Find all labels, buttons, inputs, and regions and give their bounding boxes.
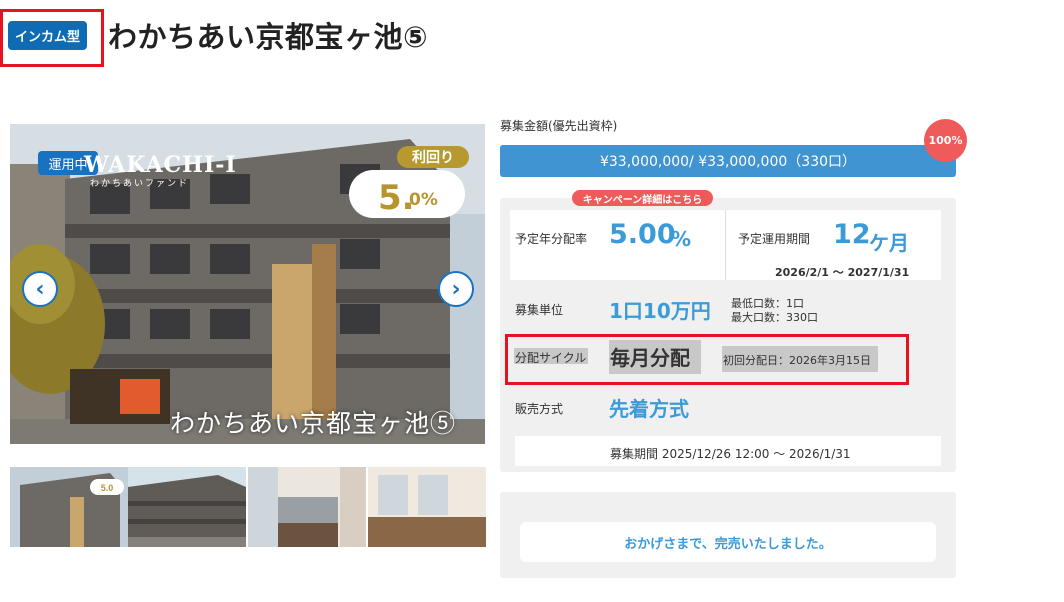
- page-title: わかちあい京都宝ヶ池⑤: [108, 20, 429, 54]
- card-divider: [725, 210, 726, 280]
- thumbnail-1[interactable]: 5.0: [10, 467, 128, 547]
- fund-logo: WAKACHI-I: [84, 152, 237, 178]
- recruitment-period: 募集期間 2025/12/26 12:00 ～ 2026/1/31: [610, 445, 851, 462]
- fund-type-badge: インカム型: [8, 21, 87, 50]
- thumbnail-4[interactable]: [368, 467, 486, 547]
- carousel-next-button[interactable]: ›: [438, 271, 474, 307]
- yield-unit: 0%: [409, 190, 438, 210]
- chevron-left-icon: ‹: [35, 276, 45, 302]
- thumbnail-image: [368, 467, 486, 547]
- raise-percent-badge: 100%: [924, 119, 967, 162]
- first-payment-date: 初回分配日：2026年3月15日: [723, 354, 871, 367]
- term-label: 予定運用期間: [738, 232, 811, 246]
- raise-amount-label: 募集金額(優先出資枠): [500, 119, 618, 133]
- sales-method-label: 販売方式: [515, 402, 564, 416]
- soldout-message: おかげさまで、完売いたしました。: [520, 522, 936, 562]
- cycle-label: 分配サイクル: [515, 351, 587, 365]
- thumbnail-image: [128, 467, 246, 547]
- thumbnail-image: [248, 467, 366, 547]
- term-unit: ケ月: [869, 231, 909, 255]
- raise-progress-bar: ¥33,000,000/ ¥33,000,000（330口）: [500, 145, 956, 177]
- max-units: 最大口数：330口: [731, 311, 818, 324]
- sales-method-value: 先着方式: [609, 397, 689, 421]
- term-value: 12: [833, 219, 871, 250]
- photo-caption: わかちあい京都宝ヶ池⑤: [170, 409, 457, 438]
- unit-value: 1口10万円: [609, 299, 711, 323]
- raise-amount: ¥33,000,000/ ¥33,000,000（330口）: [599, 154, 857, 170]
- annual-rate-value: 5.00: [609, 219, 676, 250]
- thumbnail-2[interactable]: [128, 467, 246, 547]
- cycle-value: 毎月分配: [610, 346, 690, 370]
- fund-logo-sub: わかちあいファンド: [90, 179, 190, 189]
- campaign-details-button[interactable]: キャンペーン詳細はこちら: [572, 190, 713, 206]
- thumbnail-image: 5.0: [10, 467, 128, 547]
- term-range: 2026/2/1 ～ 2027/1/31: [775, 266, 910, 279]
- annual-rate-label: 予定年分配率: [515, 232, 588, 246]
- svg-text:5.0: 5.0: [101, 483, 114, 493]
- unit-label: 募集単位: [515, 303, 564, 317]
- thumbnail-3[interactable]: [248, 467, 366, 547]
- chevron-right-icon: ›: [451, 276, 461, 302]
- period-value: 2025/12/26 12:00 ～ 2026/1/31: [661, 447, 851, 461]
- carousel-prev-button[interactable]: ‹: [22, 271, 58, 307]
- annual-rate-unit: %: [671, 227, 692, 251]
- period-label: 募集期間: [610, 447, 659, 461]
- yield-tag: 利回り: [397, 146, 469, 168]
